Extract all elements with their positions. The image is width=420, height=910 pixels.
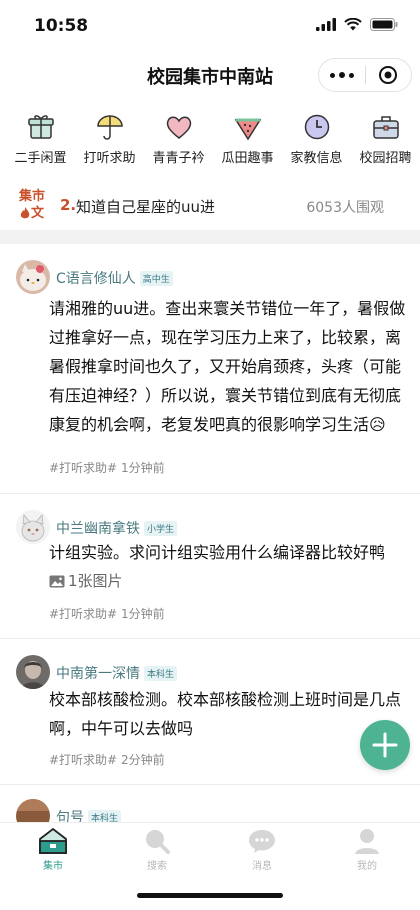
tab-label: 我的 [357,861,377,872]
flame-icon [20,207,30,219]
tab-profile[interactable]: 我的 [332,827,402,872]
wifi-icon [344,18,362,31]
post-card[interactable]: 中兰幽南拿铁 小学生 计组实验。求问计组实验用什么编译器比较好鸭 1张图片 #打… [0,494,420,639]
home-indicator [137,893,283,898]
image-icon [49,575,65,588]
author-name[interactable]: 中兰幽南拿铁 [56,518,140,538]
miniprogram-capsule [318,58,412,92]
author-row: 句号 本科生 [56,807,122,822]
post-meta: #打听求助# 1分钟前 [49,605,165,622]
tab-label: 消息 [252,861,272,872]
watermelon-icon [234,118,261,141]
tab-market[interactable]: 集市 [18,827,88,872]
status-icons [316,18,398,31]
post-time: 2分钟前 [120,753,165,767]
hot-topic-row[interactable]: 集市 文 2. 知道自己星座的uu进 6053人围观 [0,186,420,226]
post-tag[interactable]: #打听求助# [49,461,117,475]
kitty-avatar-icon [16,260,50,294]
section-divider [0,230,420,244]
author-row: C语言修仙人 高中生 [56,268,173,288]
photo-avatar-icon [16,799,50,822]
more-dot-icon [329,72,335,78]
target-icon [379,66,398,84]
tab-search[interactable]: 搜索 [122,827,192,872]
avatar[interactable] [16,510,50,544]
image-count-text: 1张图片 [68,572,123,590]
heart-icon [166,116,191,139]
category-label: 瓜田趣事 [221,151,274,166]
grade-badge: 高中生 [139,270,173,286]
post-card[interactable]: 中南第一深情 本科生 校本部核酸检测。校本部核酸检测上班时间是几点啊，中午可以去… [0,639,420,785]
author-name[interactable]: 句号 [56,807,84,822]
avatar[interactable] [16,799,50,822]
category-label: 二手闲置 [14,151,67,166]
more-dot-icon [348,72,354,78]
category-gossip[interactable]: 瓜田趣事 [213,112,282,170]
post-time: 1分钟前 [120,461,165,475]
person-icon [355,829,379,854]
hot-topic-text: 知道自己星座的uu进 [76,198,216,216]
post-content: 请湘雅的uu进。查出来寰关节错位一年了，暑假做过推拿好一点，现在学习压力上来了，… [49,299,406,434]
author-name[interactable]: 中南第一深情 [56,663,140,683]
cat-avatar-icon [16,510,50,544]
tab-label: 集市 [43,861,63,872]
plus-icon [372,732,398,758]
post-time: 1分钟前 [120,607,165,621]
post-meta: #打听求助# 2分钟前 [49,751,165,768]
category-row: 二手闲置 打听求助 青青子衿 瓜田趣事 家教信息 校园招聘 [6,112,420,170]
post-tag[interactable]: #打听求助# [49,753,117,767]
post-tag[interactable]: #打听求助# [49,607,117,621]
search-icon [146,830,170,854]
category-label: 校园招聘 [359,151,412,166]
category-tutoring[interactable]: 家教信息 [282,112,351,170]
author-row: 中兰幽南拿铁 小学生 [56,518,178,538]
category-recruitment[interactable]: 校园招聘 [351,112,420,170]
grade-badge: 本科生 [144,665,178,681]
gift-box-icon [27,115,54,139]
image-count-badge[interactable]: 1张图片 [49,567,123,596]
clock-icon [304,114,329,140]
hot-badge-line2: 文 [30,206,44,221]
category-help[interactable]: 打听求助 [75,112,144,170]
new-post-button[interactable] [360,720,410,770]
status-bar: 10:58 [0,0,420,52]
hot-view-count: 6053人围观 [306,200,384,216]
umbrella-icon [96,115,123,140]
post-content: 计组实验。求问计组实验用什么编译器比较好鸭 1张图片 [49,538,409,597]
category-second-hand[interactable]: 二手闲置 [6,112,75,170]
chat-bubble-icon [249,830,275,853]
briefcase-icon [372,116,399,139]
category-label: 家教信息 [290,151,343,166]
market-icon [39,827,67,854]
author-row: 中南第一深情 本科生 [56,663,178,683]
avatar[interactable] [16,260,50,294]
category-label: 青青子衿 [152,151,205,166]
status-time: 10:58 [34,16,89,36]
post-card[interactable]: 句号 本科生 [0,785,420,822]
tab-messages[interactable]: 消息 [227,827,297,872]
post-card[interactable]: C语言修仙人 高中生 请湘雅的uu进。查出来寰关节错位一年了，暑假做过推拿好一点… [0,244,420,494]
post-content: 校本部核酸检测。校本部核酸检测上班时间是几点啊，中午可以去做吗 [49,690,402,738]
grade-badge: 小学生 [144,520,178,536]
close-miniprogram-button[interactable] [365,59,411,91]
hot-badge-line1: 集市 [18,189,45,204]
signal-icon [316,18,336,31]
grade-badge: 本科生 [88,809,122,822]
nav-bar: 校园集市中南站 [0,52,420,98]
person-avatar-icon [16,655,50,689]
more-button[interactable] [319,59,365,91]
more-dot-icon [338,72,345,78]
battery-icon [370,18,398,31]
post-meta: #打听求助# 1分钟前 [49,459,165,476]
author-name[interactable]: C语言修仙人 [56,268,136,288]
avatar[interactable] [16,655,50,689]
tab-label: 搜索 [147,861,167,872]
hot-badge: 集市 文 [16,188,48,222]
category-label: 打听求助 [83,151,136,166]
category-romance[interactable]: 青青子衿 [144,112,213,170]
hot-rank: 2. [60,196,77,214]
post-content-text: 计组实验。求问计组实验用什么编译器比较好鸭 [49,543,386,562]
